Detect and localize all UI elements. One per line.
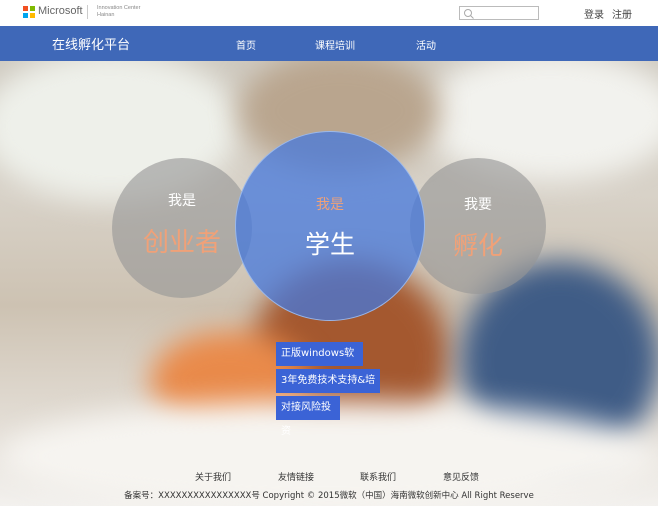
copyright-text: 备案号：XXXXXXXXXXXXXXXX号 Copyright © 2015微软…: [124, 491, 534, 501]
entrepreneur-prefix: 我是: [168, 193, 196, 209]
main-nav: 在线孵化平台 首页 课程培训 活动: [0, 26, 658, 61]
nav-item-home[interactable]: 首页: [236, 37, 256, 52]
login-link[interactable]: 登录: [584, 6, 604, 21]
incubate-circle[interactable]: 我要 孵化: [410, 158, 546, 294]
nav-item-events[interactable]: 活动: [416, 37, 436, 52]
entrepreneur-circle[interactable]: 我是 创业者: [112, 158, 252, 298]
tag-windows-software[interactable]: 正版windows软件: [276, 342, 363, 383]
microsoft-brand: Microsoft: [38, 5, 83, 17]
footer-about[interactable]: 关于我们: [195, 470, 231, 483]
microsoft-logo-icon: [23, 6, 35, 18]
student-circle[interactable]: 我是 学生: [235, 131, 425, 321]
search-input[interactable]: [459, 6, 539, 20]
student-prefix: 我是: [316, 197, 344, 213]
footer-contact[interactable]: 联系我们: [360, 470, 396, 483]
innovation-center-label: Innovation Center Hainan: [97, 5, 140, 19]
footer-feedback[interactable]: 意见反馈: [443, 470, 479, 483]
register-link[interactable]: 注册: [612, 6, 632, 21]
incubate-prefix: 我要: [464, 197, 492, 213]
nav-item-courses[interactable]: 课程培训: [315, 37, 355, 52]
site-title[interactable]: 在线孵化平台: [52, 34, 130, 53]
entrepreneur-label: 创业者: [142, 228, 221, 258]
tag-tech-support[interactable]: 3年免费技术支持&培训: [276, 369, 380, 410]
student-label: 学生: [304, 230, 355, 259]
innovation-line1: Innovation Center: [97, 5, 141, 11]
innovation-line2: Hainan: [97, 12, 115, 18]
tag-venture-capital[interactable]: 对接风险投资: [276, 396, 340, 437]
footer-friend-links[interactable]: 友情链接: [278, 470, 314, 483]
hero-banner: 我是 创业者 我要 孵化 我是 学生 正版windows软件 3年免费技术支持&…: [0, 61, 658, 506]
brand-divider: [87, 5, 88, 19]
incubate-label: 孵化: [452, 231, 503, 260]
search-icon: [464, 9, 474, 19]
top-bar: Microsoft Innovation Center Hainan 登录 注册: [0, 0, 658, 26]
